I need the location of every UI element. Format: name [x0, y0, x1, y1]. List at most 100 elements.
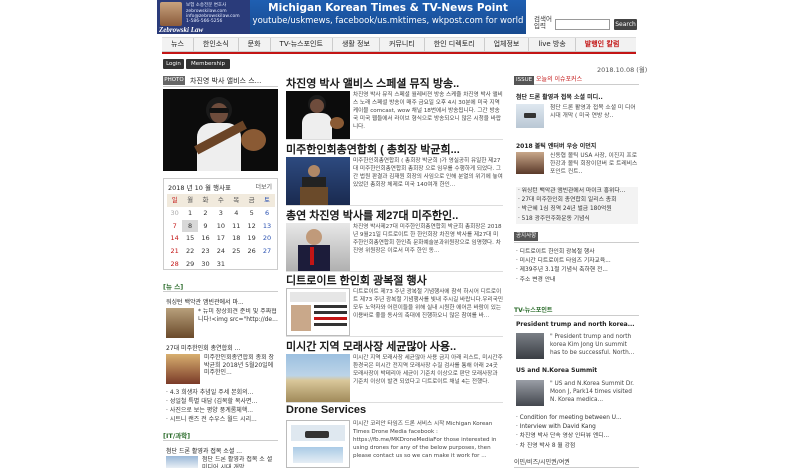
calendar-day[interactable]: 10: [213, 220, 228, 233]
calendar-day[interactable]: 26: [244, 245, 259, 258]
article-thumbnail[interactable]: [286, 354, 350, 402]
calendar-day[interactable]: 16: [198, 232, 213, 245]
tv-list-item[interactable]: · 차진영 박사 단속 영상 인터뷰 엔디...: [516, 432, 622, 441]
usa-thumbnail[interactable]: [516, 152, 544, 174]
news-section-title[interactable]: [뉴 스]: [163, 283, 183, 291]
notice-item[interactable]: · 주소 변경 안내: [516, 276, 611, 285]
calendar-day[interactable]: 8: [182, 219, 198, 233]
nav-item[interactable]: 한인 디렉토리: [423, 38, 484, 51]
photo-title[interactable]: 차진영 박사 앨비스 스...: [190, 76, 261, 86]
nav-item[interactable]: 커뮤니티: [378, 38, 424, 51]
issue-item-title[interactable]: 첨단 드론 활영과 접목 소셜 미디..: [516, 92, 603, 101]
news-item-thumbnail[interactable]: [166, 308, 194, 338]
news-bullet-item[interactable]: · 시트니 랜즈 전 수우스 월드 시리...: [166, 415, 278, 424]
immigration-header[interactable]: 이민/비즈/시민권/여권: [514, 457, 639, 468]
tv-header[interactable]: TV-뉴스포인트: [514, 305, 639, 316]
nav-item[interactable]: 생활 정보: [331, 38, 379, 51]
article-thumbnail[interactable]: [286, 420, 350, 468]
calendar-day[interactable]: 15: [182, 232, 197, 245]
drone-thumbnail[interactable]: [516, 104, 544, 128]
search-input[interactable]: [555, 19, 610, 30]
issue-list-item[interactable]: · 518 광주민주화운동 기념식: [518, 215, 638, 224]
calendar-more-link[interactable]: 더보기: [255, 182, 272, 191]
article-title[interactable]: Drone Services: [286, 404, 366, 416]
calendar-day[interactable]: 27: [259, 245, 274, 258]
issue-list-item[interactable]: · 워싱턴 백악관 앰빈관에서 마이크 홍위다...: [518, 187, 638, 196]
article-title[interactable]: 디트로이트 한인회 광복절 행사: [286, 272, 427, 288]
calendar-day[interactable]: 11: [229, 220, 244, 233]
news-bullet-item[interactable]: · 사진으로 보는 평양 풍계롬체핵...: [166, 406, 278, 415]
calendar-day[interactable]: 9: [198, 220, 213, 233]
calendar-day[interactable]: 29: [182, 258, 197, 271]
featured-photo[interactable]: [163, 89, 278, 171]
article-title[interactable]: 총연 차진영 박사를 제27대 미주한인..: [286, 207, 458, 223]
news-item-title[interactable]: 27대 미주한인회 총연합회 ...: [166, 343, 240, 352]
membership-button[interactable]: Membership: [186, 59, 230, 69]
issue-list-item[interactable]: · 27대 미주한인회 총연합회 일리스 총회: [518, 196, 638, 205]
calendar-day[interactable]: 23: [198, 245, 213, 258]
it-item-thumbnail[interactable]: [166, 456, 198, 468]
nav-item[interactable]: TV-뉴스포인트: [269, 38, 332, 51]
issue-item-title[interactable]: 2018 볼틱 엔터버 우승 이던지: [516, 141, 596, 150]
news-item-title[interactable]: 워싱턴 백악관 앰빈관에서 마...: [166, 297, 244, 306]
calendar-day[interactable]: 1: [182, 207, 197, 220]
calendar-day[interactable]: 21: [167, 245, 182, 258]
tv-item-title[interactable]: US and N.Korea Summit: [516, 367, 597, 374]
article-thumbnail[interactable]: [286, 157, 350, 205]
tv-thumbnail[interactable]: [516, 333, 544, 359]
nav-item[interactable]: live 방송: [528, 38, 574, 51]
nav-item[interactable]: 한인소식: [192, 38, 238, 51]
nav-item[interactable]: 문화: [237, 38, 270, 51]
news-bullet-item[interactable]: · 성일철 특별 대담 (김목할 복사면...: [166, 397, 278, 406]
article-thumbnail[interactable]: [286, 91, 350, 139]
calendar-day[interactable]: 14: [167, 232, 182, 245]
issue-list-item[interactable]: · 박근혜 1심 징역 24년 벌금 180억원: [518, 205, 638, 214]
site-banner[interactable]: Michigan Korean Times & TV-News Point yo…: [250, 0, 526, 34]
notice-list: · 디트로이트 한인회 광복절 행사 · 미시간 디트로이트 타임즈 기자교육..…: [516, 248, 611, 285]
calendar-day[interactable]: 25: [229, 245, 244, 258]
notice-item[interactable]: · 디트로이트 한인회 광복절 행사: [516, 248, 611, 257]
notice-item[interactable]: · 제39주년 3.1절 기념식 축하핸 전...: [516, 266, 611, 275]
tv-list-item[interactable]: · 차 진영 박사 8 월 강점: [516, 442, 622, 451]
tv-item-title[interactable]: President trump and north korea...: [516, 321, 635, 328]
calendar-day[interactable]: 13: [259, 220, 274, 233]
calendar-day[interactable]: 22: [182, 245, 197, 258]
login-button[interactable]: Login: [163, 59, 184, 69]
it-section-title[interactable]: [IT/과학]: [163, 432, 190, 440]
issue-title[interactable]: 오늘의 이슈포커스: [536, 76, 582, 83]
it-item-title[interactable]: 첨단 드론 활영과 접목 소셜 ...: [166, 446, 242, 455]
calendar-day[interactable]: 28: [167, 258, 182, 271]
calendar-day[interactable]: 7: [167, 220, 182, 233]
news-bullet-item[interactable]: · 4.3 희생자 추념일 주세 본회의...: [166, 388, 278, 397]
calendar-day[interactable]: 4: [229, 207, 244, 220]
tv-list-item[interactable]: · Interview with David Kang: [516, 423, 622, 432]
notice-item[interactable]: · 미시간 디트로이트 타임즈 기자교육...: [516, 257, 611, 266]
article-thumbnail[interactable]: [286, 288, 350, 336]
calendar-day[interactable]: 24: [213, 245, 228, 258]
notice-badge[interactable]: 공지사항: [514, 232, 539, 241]
search-button[interactable]: Search: [614, 19, 637, 30]
calendar-day[interactable]: 17: [213, 232, 228, 245]
tv-thumbnail[interactable]: [516, 380, 544, 406]
calendar-day[interactable]: 18: [229, 232, 244, 245]
calendar-day[interactable]: 30: [167, 207, 182, 220]
calendar-day[interactable]: 19: [244, 232, 259, 245]
news-item-thumbnail[interactable]: [166, 354, 200, 384]
calendar-day[interactable]: 2: [198, 207, 213, 220]
article-title[interactable]: 차진영 박사 앨비스 스페셜 뮤직 방송..: [286, 75, 459, 91]
nav-item[interactable]: 뉴스: [162, 38, 193, 51]
calendar-day[interactable]: 3: [213, 207, 228, 220]
article-title[interactable]: 미시간 지역 모래사장 세균많아 사용..: [286, 338, 456, 354]
calendar-day[interactable]: 31: [213, 258, 228, 271]
nav-item[interactable]: 업체정보: [483, 38, 529, 51]
article-title[interactable]: 미주한인회총연합회 ( 총회장 박균희...: [286, 141, 460, 157]
calendar-day[interactable]: 6: [259, 207, 274, 220]
lawyer-ad[interactable]: 보험 소송전문 변호사 zebrowskilaw.com info@zebrow…: [157, 0, 250, 34]
calendar-day[interactable]: 20: [259, 232, 274, 245]
nav-item[interactable]: 발행인 칼럼: [574, 38, 629, 51]
calendar-day[interactable]: 5: [244, 207, 259, 220]
calendar-day[interactable]: 12: [244, 220, 259, 233]
article-thumbnail[interactable]: [286, 223, 350, 271]
calendar-day[interactable]: 30: [198, 258, 213, 271]
tv-list-item[interactable]: · Condition for meeting between U...: [516, 414, 622, 423]
